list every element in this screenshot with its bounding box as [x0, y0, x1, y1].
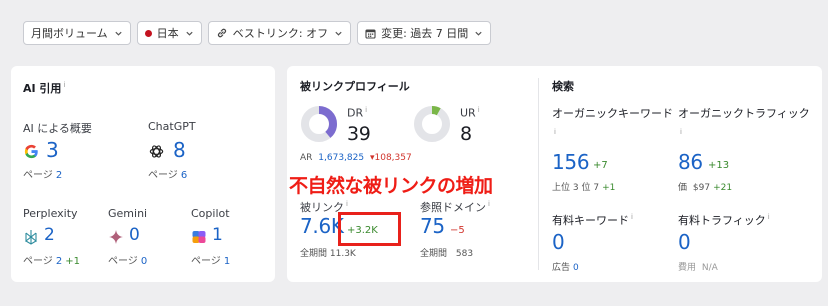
change-period-dropdown[interactable]: 変更: 過去 7 日間 — [357, 21, 492, 45]
cost-row: 費用 N/A — [678, 263, 718, 273]
ar-label: AR — [300, 153, 313, 163]
dr-ring-chart — [301, 106, 337, 142]
dr-value: 39 — [347, 123, 371, 145]
section-divider — [538, 78, 539, 270]
volume-dropdown[interactable]: 月間ボリューム — [23, 21, 131, 45]
volume-label: 月間ボリューム — [31, 27, 108, 40]
organic-keywords-value[interactable]: 156 — [552, 150, 590, 174]
paid-keywords-label: 有料キーワード i — [552, 213, 633, 227]
copilot-value[interactable]: 1 — [212, 225, 223, 245]
ar-delta: ▾108,357 — [369, 153, 412, 163]
chatgpt-value[interactable]: 8 — [173, 138, 186, 162]
backlink-profile-title: 被リンクプロフィール — [300, 80, 410, 93]
japan-flag-icon — [144, 29, 152, 37]
country-dropdown[interactable]: 日本 — [136, 21, 202, 45]
chevron-down-icon — [115, 31, 122, 36]
info-icon[interactable]: i — [63, 81, 65, 89]
copilot-pages: ページ 1 — [191, 256, 231, 267]
gemini-pages: ページ 0 — [108, 256, 148, 267]
copilot-icon — [192, 231, 206, 243]
gemini-icon — [109, 230, 123, 244]
perplexity-label: Perplexity — [23, 207, 78, 220]
paid-traffic-label: 有料トラフィック i — [678, 213, 770, 227]
ai-overview-value[interactable]: 3 — [46, 138, 59, 162]
ads-row: 広告 0 — [552, 263, 579, 273]
country-label: 日本 — [156, 27, 179, 40]
perplexity-icon — [25, 230, 37, 245]
perplexity-value[interactable]: 2 — [44, 225, 55, 245]
info-icon[interactable]: i — [554, 128, 556, 136]
ref-domains-all-time: 全期間 583 — [420, 249, 474, 259]
copilot-label: Copilot — [191, 207, 230, 220]
organic-traffic-delta: +13 — [708, 160, 730, 171]
paid-keywords-value[interactable]: 0 — [552, 230, 565, 254]
ar-value: 1,673,825 — [318, 153, 365, 163]
ur-label: UR i — [460, 106, 480, 120]
annotation-label: 不自然な被リンクの増加 — [289, 175, 493, 197]
ai-overview-pages: ページ 2 — [23, 170, 63, 181]
paid-traffic-value[interactable]: 0 — [678, 230, 691, 254]
ref-domains-label: 参照ドメイン i — [420, 200, 490, 214]
traffic-value-row: 価 $97 +21 — [678, 183, 733, 193]
link-icon — [216, 27, 228, 39]
ai-overview-label: AI による概要 — [23, 122, 92, 135]
calendar-icon — [365, 28, 376, 39]
organic-keywords-label: オーガニックキーワード — [552, 107, 673, 120]
filter-toolbar: 月間ボリューム 日本 ベストリンク: オフ 変更: 過去 7 日間 — [23, 21, 492, 45]
ar-row: AR 1,673,825 ▾108,357 — [300, 153, 412, 163]
chatgpt-label: ChatGPT — [148, 120, 196, 133]
ai-citations-title: AI 引用 i — [23, 81, 66, 95]
best-link-label: ベストリンク: オフ — [232, 27, 329, 40]
perplexity-pages: ページ 2 +1 — [23, 256, 80, 267]
change-period-label: 変更: 過去 7 日間 — [381, 27, 469, 40]
backlinks-all-time: 全期間 11.3K — [300, 249, 356, 259]
backlinks-delta-highlight: +3.2K — [338, 212, 401, 246]
info-icon[interactable]: i — [680, 128, 682, 136]
chevron-down-icon — [475, 31, 482, 36]
ur-ring-chart — [414, 106, 450, 142]
top3-row: 上位 3 位 7 +1 — [552, 183, 616, 193]
gemini-value[interactable]: 0 — [129, 225, 140, 245]
chatgpt-icon — [149, 145, 164, 158]
organic-traffic-label: オーガニックトラフィック — [678, 107, 810, 120]
gemini-label: Gemini — [108, 207, 148, 220]
search-title: 検索 — [552, 80, 574, 93]
google-icon — [24, 144, 38, 159]
backlinks-delta: +3.2K — [347, 225, 378, 236]
dr-label: DR i — [347, 106, 368, 120]
ur-value: 8 — [460, 123, 472, 145]
organic-keywords-delta: +7 — [593, 160, 608, 171]
organic-traffic-value[interactable]: 86 — [678, 150, 703, 174]
best-link-dropdown[interactable]: ベストリンク: オフ — [207, 21, 352, 45]
ref-domains-delta: −5 — [450, 225, 465, 236]
ai-citations-card: AI 引用 i AI による概要 3 ページ 2 ChatGPT 8 ページ 6 Pe… — [11, 66, 275, 282]
chatgpt-pages: ページ 6 — [148, 170, 188, 181]
chevron-down-icon — [335, 31, 342, 36]
chevron-down-icon — [186, 31, 193, 36]
ref-domains-value[interactable]: 75 — [420, 214, 445, 238]
